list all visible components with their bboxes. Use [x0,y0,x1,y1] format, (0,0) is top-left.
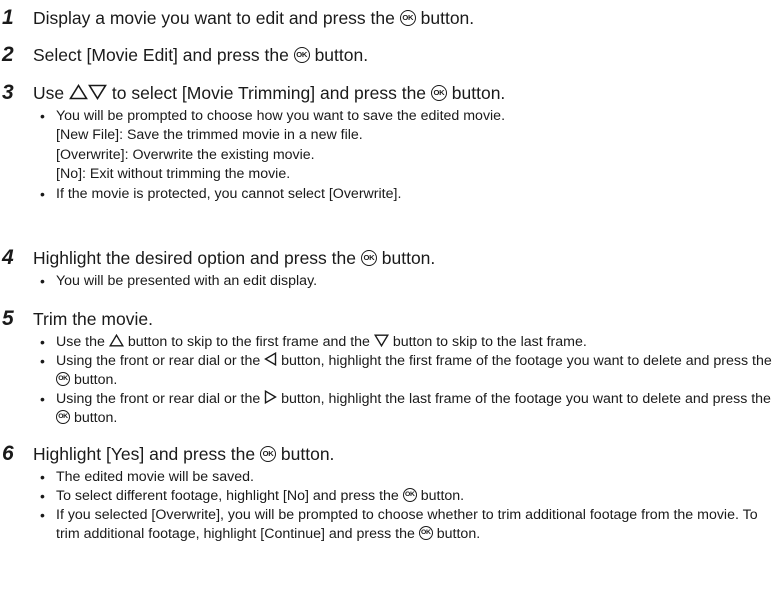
step-3: 3 Use to select [Movie Trimming] and pre… [0,79,778,204]
right-triangle-icon [265,390,278,405]
bullet-icon: • [40,334,45,350]
down-triangle-icon [373,334,389,347]
step-text: Trim the movie. [33,309,153,329]
step-text: Highlight [Yes] and press the OK button. [33,444,335,464]
bullet-icon: • [40,488,45,504]
list-item: • If the movie is protected, you cannot s… [40,185,402,202]
list-item: • Using the front or rear dial or the but… [40,390,771,426]
step-1: 1 Display a movie you want to edit and p… [0,4,778,32]
step-number: 5 [2,307,14,330]
bullet-icon: • [40,469,45,485]
step-6: 6 Highlight [Yes] and press the OK butto… [0,440,778,544]
ok-button-icon: OK [56,372,70,387]
bullet-icon: • [40,273,45,289]
list-item: • If you selected [Overwrite], you will b… [40,507,758,542]
bullet-icon: • [40,108,45,124]
ok-button-icon: OK [430,85,447,102]
step-number: 3 [2,81,14,104]
ok-button-icon: OK [418,526,433,541]
list-item: • You will be prompted to choose how you … [40,108,506,124]
step-5: 5 Trim the movie. • Use the button to ski… [0,305,778,428]
bullet-list: • Use the button to skip to the first fra… [0,333,778,428]
list-item: • Use the button to skip to the first fra… [40,333,587,350]
ok-button-icon: OK [402,488,417,503]
bullet-icon: • [40,353,45,369]
ok-button-icon: OK [293,47,310,64]
option-item: [New File]: Save the trimmed movie in a … [56,127,363,143]
list-item: • The edited movie will be saved. [40,469,254,485]
instruction-page: 1 Display a movie you want to edit and p… [0,0,778,604]
step-text: Use to select [Movie Trimming] and press… [33,83,506,103]
option-item: [Overwrite]: Overwrite the existing movi… [56,146,315,163]
step-4: 4 Highlight the desired option and press… [0,244,778,291]
bullet-list: • The edited movie will be saved. • To sel… [0,468,778,544]
up-triangle-icon [108,333,124,347]
ok-button-icon: OK [56,410,70,425]
step-number: 1 [2,6,14,29]
list-item: • Using the front or rear dial or the but… [40,352,772,388]
bullet-list: • You will be prompted to choose how you … [0,107,778,204]
ok-button-icon: OK [260,446,277,463]
step-2: 2 Select [Movie Edit] and press the OK b… [0,41,778,69]
step-text: Select [Movie Edit] and press the OK but… [33,45,369,65]
step-number: 6 [2,442,14,465]
step-text: Display a movie you want to edit and pre… [33,8,475,28]
bullet-icon: • [40,185,45,202]
list-item: • To select different footage, highlight … [40,488,465,504]
ok-button-icon: OK [399,10,416,27]
ok-button-icon: OK [360,250,377,267]
list-item: • You will be presented with an edit disp… [40,273,318,289]
option-item: [No]: Exit without trimming the movie. [56,166,291,182]
step-text: Highlight the desired option and press t… [33,248,436,268]
left-triangle-icon [264,352,277,367]
step-number: 4 [2,246,14,269]
up-triangle-icon [69,84,88,100]
bullet-list: • You will be presented with an edit disp… [0,272,778,291]
bullet-icon: • [40,391,45,407]
down-triangle-icon [88,85,107,101]
step-number: 2 [2,43,14,66]
bullet-icon: • [40,507,45,523]
